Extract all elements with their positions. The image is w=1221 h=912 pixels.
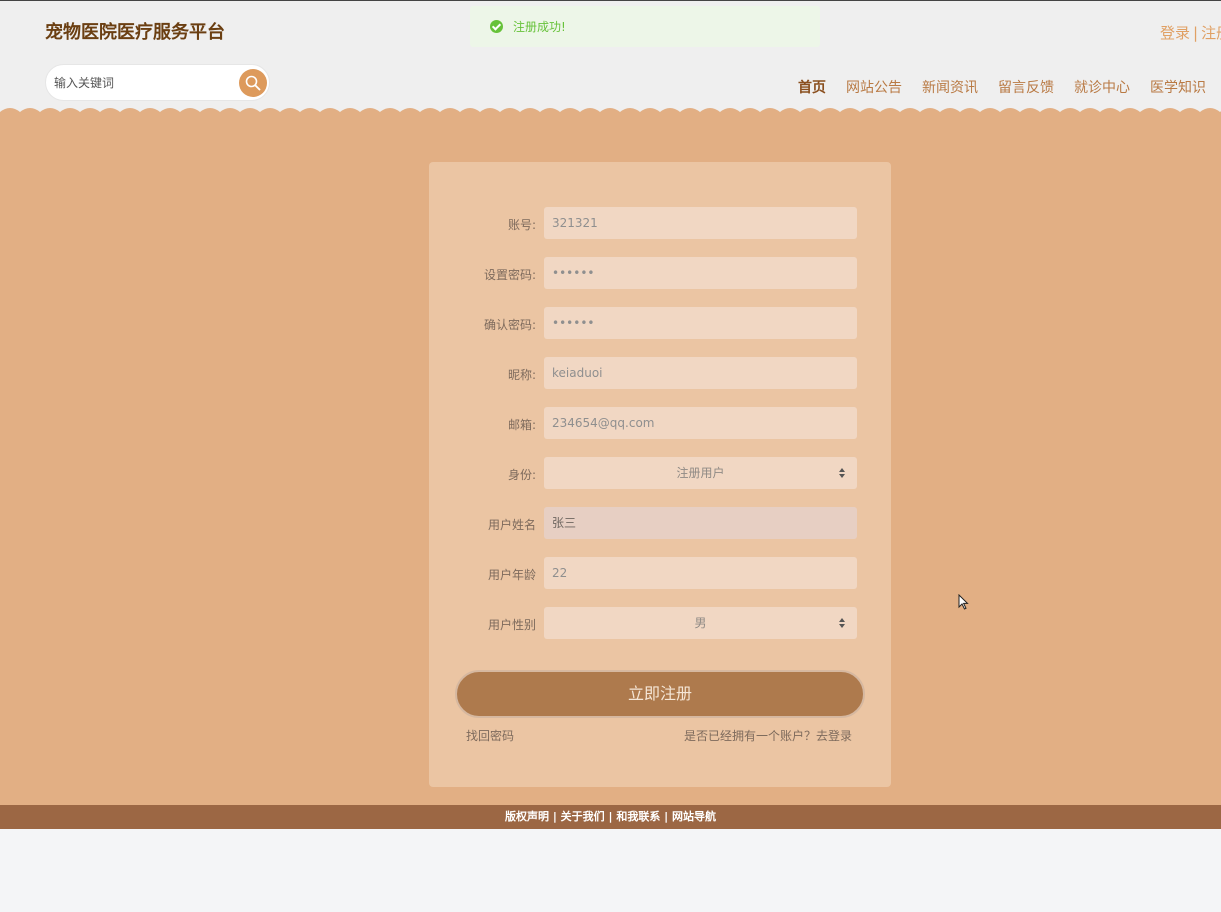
mouse-cursor-icon bbox=[958, 594, 969, 610]
account-label: 账号: bbox=[507, 218, 536, 232]
wave-divider bbox=[0, 108, 1221, 120]
nickname-input[interactable]: keiaduoi bbox=[544, 357, 857, 389]
register-form: 账号: 321321 设置密码: •••••• 确认密码: •••••• 昵称:… bbox=[429, 162, 891, 787]
user-name-input[interactable]: 张三 bbox=[544, 507, 857, 539]
email-input[interactable]: 234654@qq.com bbox=[544, 407, 857, 439]
form-row-account: 账号: 321321 bbox=[429, 207, 891, 239]
nickname-label: 昵称: bbox=[507, 368, 536, 382]
site-title[interactable]: 宠物医院医疗服务平台 bbox=[45, 18, 225, 44]
select-arrows-icon bbox=[839, 618, 845, 628]
auth-links: 登录|注册 bbox=[1160, 22, 1221, 43]
go-login-link[interactable]: 是否已经拥有一个账户？去登录 bbox=[671, 727, 852, 744]
role-select-value: 注册用户 bbox=[676, 466, 725, 480]
login-link[interactable]: 登录 bbox=[1160, 24, 1190, 42]
nav-clinic-center[interactable]: 就诊中心 bbox=[1074, 77, 1130, 97]
forgot-password-link[interactable]: 找回密码 bbox=[466, 727, 514, 744]
role-select[interactable]: 注册用户 bbox=[544, 457, 857, 489]
success-toast: 注册成功! bbox=[470, 6, 820, 47]
search-box bbox=[45, 64, 270, 101]
register-button[interactable]: 立即注册 bbox=[455, 670, 865, 718]
select-arrows-icon bbox=[839, 468, 845, 478]
user-age-label: 用户年龄 bbox=[487, 568, 536, 582]
nav-news[interactable]: 新闻资讯 bbox=[922, 77, 978, 97]
nav-announcements[interactable]: 网站公告 bbox=[846, 77, 902, 97]
form-row-role: 身份: 注册用户 bbox=[429, 457, 891, 489]
form-row-nickname: 昵称: keiaduoi bbox=[429, 357, 891, 389]
form-row-email: 邮箱: 234654@qq.com bbox=[429, 407, 891, 439]
auth-separator: | bbox=[1193, 24, 1199, 42]
nav-home[interactable]: 首页 bbox=[798, 77, 826, 97]
user-age-input[interactable]: 22 bbox=[544, 557, 857, 589]
password-label: 设置密码: bbox=[483, 268, 536, 282]
form-row-confirm-password: 确认密码: •••••• bbox=[429, 307, 891, 339]
user-gender-label: 用户性别 bbox=[487, 618, 536, 632]
account-input[interactable]: 321321 bbox=[544, 207, 857, 239]
role-label: 身份: bbox=[507, 468, 536, 482]
check-circle-icon bbox=[490, 20, 503, 33]
search-input[interactable] bbox=[54, 73, 234, 93]
search-button[interactable] bbox=[239, 69, 267, 97]
nav-medical-knowledge[interactable]: 医学知识 bbox=[1150, 77, 1206, 97]
confirm-password-input[interactable]: •••••• bbox=[544, 307, 857, 339]
form-row-user-age: 用户年龄 22 bbox=[429, 557, 891, 589]
register-link[interactable]: 注册 bbox=[1201, 24, 1221, 42]
form-row-user-gender: 用户性别 男 bbox=[429, 607, 891, 639]
nav-feedback[interactable]: 留言反馈 bbox=[998, 77, 1054, 97]
footer: 版权声明 | 关于我们 | 和我联系 | 网站导航 bbox=[0, 805, 1221, 829]
toast-message: 注册成功! bbox=[513, 20, 566, 34]
user-name-label: 用户姓名 bbox=[487, 518, 536, 532]
form-row-user-name: 用户姓名 张三 bbox=[429, 507, 891, 539]
user-gender-select[interactable]: 男 bbox=[544, 607, 857, 639]
password-input[interactable]: •••••• bbox=[544, 257, 857, 289]
form-row-password: 设置密码: •••••• bbox=[429, 257, 891, 289]
email-label: 邮箱: bbox=[507, 418, 536, 432]
main-nav: 首页 网站公告 新闻资讯 留言反馈 就诊中心 医学知识 bbox=[798, 77, 1221, 97]
gender-select-value: 男 bbox=[694, 616, 707, 630]
confirm-password-label: 确认密码: bbox=[483, 318, 536, 332]
search-icon bbox=[245, 75, 261, 91]
